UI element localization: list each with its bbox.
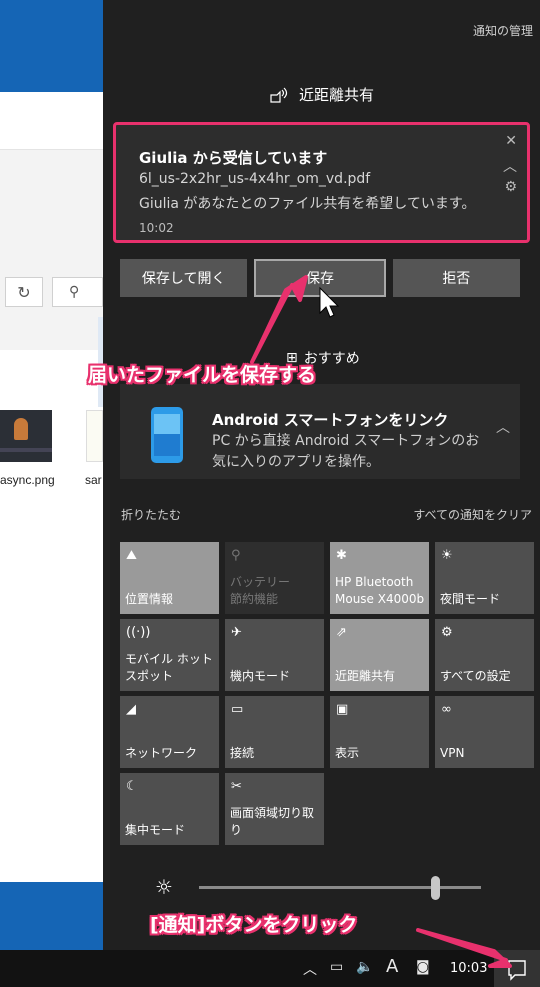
- quick-action-label: バッテリー 節約機能: [230, 575, 291, 606]
- chevron-up-icon[interactable]: ︿: [503, 156, 517, 176]
- file-thumbnail[interactable]: [86, 410, 103, 462]
- focus-assist-icon: ☾: [126, 779, 138, 794]
- night-light-icon: ☀: [441, 548, 453, 563]
- nearby-share-icon: [270, 87, 288, 103]
- save-button[interactable]: 保存: [254, 259, 386, 297]
- notification-time: 10:02: [139, 221, 174, 235]
- notification-group-title: 近距離共有: [298, 86, 374, 104]
- android-link-card[interactable]: Android スマートフォンをリンク PC から直接 Android スマート…: [120, 384, 520, 479]
- close-icon[interactable]: ✕: [505, 133, 517, 149]
- notification-group-header: 近距離共有: [103, 84, 540, 105]
- network-icon: ◢: [126, 702, 136, 717]
- connect-icon: ▭: [231, 702, 244, 717]
- notification-actions: 保存して開く 保存 拒否: [120, 259, 520, 297]
- quick-action-tile[interactable]: ⇗ 近距離共有: [330, 619, 429, 691]
- collapse-link[interactable]: 折りたたむ: [121, 506, 181, 523]
- brightness-thumb[interactable]: [431, 876, 441, 900]
- explorer-titlebar: [0, 92, 103, 150]
- file-receive-notification[interactable]: Giulia から受信しています 6l_us-2x2hr_us-4x4hr_om…: [113, 122, 530, 243]
- link-card-title: Android スマートフォンをリンク: [212, 411, 449, 429]
- refresh-icon: ↻: [17, 282, 31, 302]
- location-icon: ⛰: [126, 548, 137, 563]
- search-box[interactable]: ⚲: [52, 277, 103, 307]
- quick-action-label: 位置情報: [125, 592, 174, 606]
- quick-action-tile[interactable]: ⚙ すべての設定: [435, 619, 534, 691]
- quick-action-tile[interactable]: ▭ 接続: [225, 696, 324, 768]
- quick-action-tile[interactable]: ((·)) モバイル ホットスポット: [120, 619, 219, 691]
- quick-action-label: 接続: [230, 746, 255, 760]
- quick-action-tile[interactable]: ☀ 夜間モード: [435, 542, 534, 614]
- quick-action-label: HP Bluetooth Mouse X4000b: [335, 575, 425, 606]
- quick-action-label: 近距離共有: [335, 669, 396, 683]
- quick-action-tile[interactable]: ◢ ネットワーク: [120, 696, 219, 768]
- quick-action-tile[interactable]: ▣ 表示: [330, 696, 429, 768]
- quick-action-label: モバイル ホットスポット: [125, 652, 213, 683]
- quick-action-label: すべての設定: [440, 669, 511, 683]
- refresh-button[interactable]: ↻: [5, 277, 43, 307]
- quick-actions-header: 折りたたむ すべての通知をクリア: [121, 506, 532, 523]
- gear-icon[interactable]: ⚙: [504, 179, 517, 195]
- settings-icon: ⚙: [441, 625, 453, 640]
- snip-icon: ✂: [231, 779, 242, 794]
- quick-action-label: 集中モード: [125, 823, 186, 837]
- manage-notifications-link[interactable]: 通知の管理: [473, 22, 533, 39]
- input-indicator[interactable]: A: [386, 956, 398, 977]
- phone-icon: [151, 407, 183, 463]
- taskbar: ︿ ▭ 🔈 A ◙ 10:03: [0, 950, 540, 987]
- chevron-up-icon[interactable]: ︿: [496, 417, 510, 437]
- clock[interactable]: 10:03: [450, 961, 487, 976]
- quick-action-tile[interactable]: ✈ 機内モード: [225, 619, 324, 691]
- quick-action-tile[interactable]: ⛰ 位置情報: [120, 542, 219, 614]
- file-explorer-window: ↻ ⚲ async.png sar: [0, 92, 103, 882]
- quick-action-tile[interactable]: ✱ HP Bluetooth Mouse X4000b: [330, 542, 429, 614]
- vpn-icon: ∞: [441, 702, 452, 717]
- save-and-open-button[interactable]: 保存して開く: [120, 259, 248, 297]
- notification-file-name: 6l_us-2x2hr_us-4x4hr_om_vd.pdf: [139, 171, 371, 187]
- annotation-notify-hint: [通知]ボタンをクリック: [150, 914, 358, 936]
- annotation-save-hint: 届いたファイルを保存する: [88, 364, 317, 386]
- quick-action-tile[interactable]: ∞ VPN: [435, 696, 534, 768]
- decline-button[interactable]: 拒否: [392, 259, 520, 297]
- search-icon: ⚲: [69, 284, 80, 300]
- bluetooth-icon: ✱: [336, 548, 347, 563]
- battery-icon[interactable]: ▭: [330, 959, 343, 975]
- airplane-icon: ✈: [231, 625, 242, 640]
- file-name[interactable]: async.png: [0, 473, 55, 487]
- nearby-share-icon: ⇗: [336, 625, 347, 640]
- notification-title: Giulia から受信しています: [139, 149, 328, 167]
- battery-saver-icon: ⚲: [231, 548, 241, 563]
- brightness-slider[interactable]: ☼: [155, 873, 485, 903]
- notification-message: Giulia があなたとのファイル共有を希望しています。: [139, 196, 476, 212]
- file-thumbnail[interactable]: [0, 410, 52, 462]
- volume-icon[interactable]: 🔈: [356, 959, 373, 975]
- notification-center-button[interactable]: [494, 950, 540, 987]
- quick-action-tile[interactable]: ✂ 画面領域切り取り: [225, 773, 324, 845]
- quick-action-label: 夜間モード: [440, 592, 501, 606]
- quick-action-label: 機内モード: [230, 669, 291, 683]
- clear-all-notifications-link[interactable]: すべての通知をクリア: [413, 506, 532, 523]
- link-card-description: PC から直接 Android スマートフォンのお気に入りのアプリを操作。: [212, 433, 480, 470]
- file-name[interactable]: sar: [85, 473, 102, 487]
- explorer-ribbon: [0, 150, 103, 350]
- quick-action-label: ネットワーク: [125, 746, 198, 760]
- quick-action-label: 画面領域切り取り: [230, 806, 315, 837]
- notification-icon: [508, 960, 526, 981]
- action-center-panel: 通知の管理 近距離共有 Giulia から受信しています 6l_us-2x2hr…: [103, 0, 540, 950]
- quick-action-tile: ⚲ バッテリー 節約機能: [225, 542, 324, 614]
- app-tray-icon[interactable]: ◙: [416, 959, 430, 975]
- quick-action-label: 表示: [335, 746, 360, 760]
- brightness-icon: ☼: [155, 875, 173, 899]
- quick-action-tile[interactable]: ☾ 集中モード: [120, 773, 219, 845]
- chevron-up-icon[interactable]: ︿: [303, 959, 317, 979]
- hotspot-icon: ((·)): [126, 625, 151, 640]
- project-icon: ▣: [336, 702, 349, 717]
- quick-action-label: VPN: [440, 746, 465, 760]
